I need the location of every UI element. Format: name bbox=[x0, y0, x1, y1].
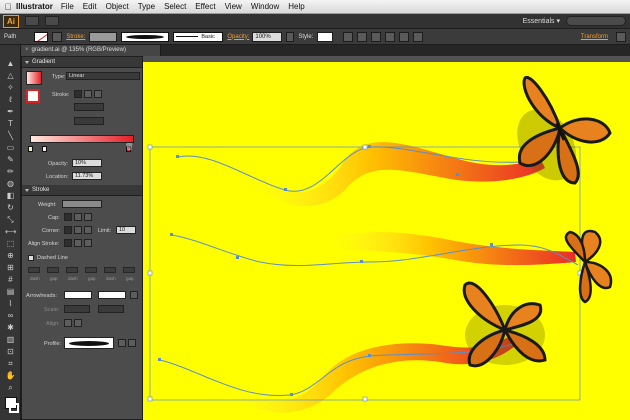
gradient-stroke-panel-dock: Gradient Type: Linear Stroke: 🗑 Opacity:… bbox=[21, 56, 143, 420]
end-scale-field[interactable] bbox=[98, 305, 124, 313]
flip-along-button[interactable] bbox=[118, 339, 126, 347]
width-profile-shape-icon bbox=[69, 340, 109, 346]
dashed-line-checkbox[interactable] bbox=[28, 255, 34, 261]
dash-field-3[interactable] bbox=[104, 267, 116, 273]
gap-field-2[interactable] bbox=[85, 267, 97, 273]
end-arrowhead-dropdown[interactable] bbox=[98, 291, 126, 299]
gradient-stop-start[interactable] bbox=[28, 146, 33, 152]
arrow-align-label: Align: bbox=[46, 321, 60, 327]
stroke-panel-tab[interactable]: Stroke bbox=[22, 185, 142, 196]
corner-label: Corner: bbox=[42, 228, 61, 234]
gradient-type-label: Type: bbox=[52, 74, 66, 80]
butterfly-bottom bbox=[462, 281, 547, 368]
dash-label-2: dash bbox=[68, 276, 78, 281]
gap-field-3[interactable] bbox=[123, 267, 135, 273]
delete-stop-icon[interactable]: 🗑 bbox=[125, 143, 134, 151]
gradient-stop-2[interactable] bbox=[42, 146, 47, 152]
swap-arrowheads-button[interactable] bbox=[130, 291, 138, 299]
gradient-location-label: Location: bbox=[46, 174, 69, 180]
gap-label-2: gap bbox=[88, 276, 96, 281]
start-arrowhead-dropdown[interactable] bbox=[64, 291, 92, 299]
align-stroke-label: Align Stroke: bbox=[28, 241, 60, 247]
round-cap-button[interactable] bbox=[74, 213, 82, 221]
limit-label: Limit: bbox=[98, 228, 112, 234]
bevel-join-button[interactable] bbox=[84, 226, 92, 234]
dash-field-1[interactable] bbox=[28, 267, 40, 273]
gap-label-1: gap bbox=[50, 276, 58, 281]
gradient-opacity-field[interactable]: 10% bbox=[72, 159, 102, 167]
stroke-along-button[interactable] bbox=[84, 90, 92, 98]
gradient-angle-field[interactable] bbox=[74, 103, 104, 111]
gradient-location-field[interactable]: 11.73% bbox=[72, 172, 102, 180]
dash-field-2[interactable] bbox=[66, 267, 78, 273]
scale-label: Scale: bbox=[44, 307, 60, 313]
align-center-stroke-button[interactable] bbox=[64, 239, 72, 247]
gradient-ribbon-1 bbox=[250, 142, 545, 207]
arrow-tip-beyond-button[interactable] bbox=[64, 319, 72, 327]
stroke-within-button[interactable] bbox=[74, 90, 82, 98]
gradient-slider-bar[interactable] bbox=[30, 135, 134, 143]
cap-label: Cap: bbox=[48, 215, 60, 221]
width-profile-dropdown[interactable] bbox=[64, 337, 114, 349]
arrowheads-label: Arrowheads: bbox=[26, 293, 57, 299]
dashed-line-label: Dashed Line bbox=[37, 255, 68, 261]
gradient-type-dropdown[interactable]: Linear bbox=[66, 72, 140, 80]
gradient-opacity-label: Opacity: bbox=[48, 161, 69, 167]
butt-cap-button[interactable] bbox=[64, 213, 72, 221]
dash-label-3: dash bbox=[106, 276, 116, 281]
limit-field[interactable]: 10 bbox=[116, 226, 136, 234]
gradient-preview-swatch[interactable] bbox=[26, 71, 42, 85]
stroke-weight-label: Weight: bbox=[38, 202, 57, 208]
align-inside-stroke-button[interactable] bbox=[74, 239, 82, 247]
start-scale-field[interactable] bbox=[64, 305, 90, 313]
flip-across-button[interactable] bbox=[128, 339, 136, 347]
align-outside-stroke-button[interactable] bbox=[84, 239, 92, 247]
stroke-weight-input[interactable] bbox=[62, 200, 102, 208]
gradient-ribbon-2 bbox=[330, 232, 576, 266]
butterfly-middle bbox=[564, 229, 613, 304]
gap-field-1[interactable] bbox=[47, 267, 59, 273]
miter-join-button[interactable] bbox=[64, 226, 72, 234]
gap-label-3: gap bbox=[126, 276, 134, 281]
gradient-aspect-field[interactable] bbox=[74, 117, 104, 125]
arrow-tip-at-end-button[interactable] bbox=[74, 319, 82, 327]
profile-label: Profile: bbox=[44, 341, 62, 347]
round-join-button[interactable] bbox=[74, 226, 82, 234]
projecting-cap-button[interactable] bbox=[84, 213, 92, 221]
dash-label-1: dash bbox=[30, 276, 40, 281]
gradient-stroke-label: Stroke: bbox=[52, 92, 70, 98]
fill-stroke-toggle-icon[interactable] bbox=[26, 89, 40, 103]
gradient-panel-tab[interactable]: Gradient bbox=[22, 57, 142, 68]
stroke-across-button[interactable] bbox=[94, 90, 102, 98]
